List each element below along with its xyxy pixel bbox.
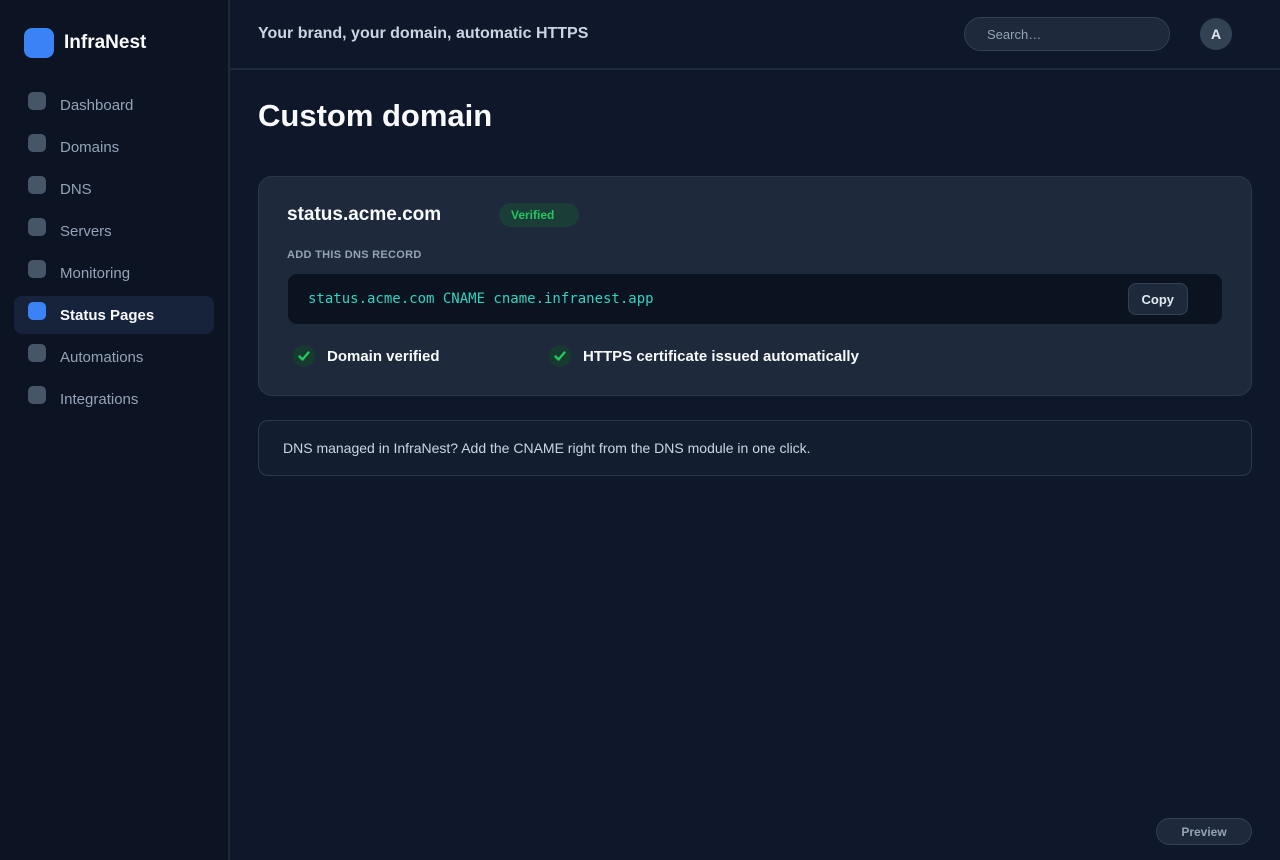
app-window: InfraNest Dashboard Domains DNS Servers … <box>0 0 1280 860</box>
check-icon <box>549 345 571 367</box>
sidebar-item-automations[interactable]: Automations <box>14 338 214 376</box>
page-title: Custom domain <box>258 98 493 133</box>
sidebar-item-label: Dashboard <box>60 96 134 114</box>
domains-icon <box>28 134 46 152</box>
sidebar-item-label: Domains <box>60 138 120 156</box>
preview-button[interactable]: Preview <box>1156 818 1252 845</box>
main-content: Your brand, your domain, automatic HTTPS… <box>230 0 1280 860</box>
check-label: Domain verified <box>327 347 440 365</box>
dashboard-icon <box>28 92 46 110</box>
copy-button[interactable]: Copy <box>1127 283 1188 315</box>
info-text: DNS managed in InfraNest? Add the CNAME … <box>283 440 811 456</box>
dns-record-value[interactable]: status.acme.com CNAME cname.infranest.ap… <box>308 291 1128 307</box>
dns-record-label: ADD THIS DNS RECORD <box>287 249 422 261</box>
card-header: status.acme.com Verified <box>287 203 1223 227</box>
check-icon <box>293 345 315 367</box>
header-tagline: Your brand, your domain, automatic HTTPS <box>258 25 589 42</box>
sidebar-item-label: Integrations <box>60 390 139 408</box>
check-label: HTTPS certificate issued automatically <box>583 347 859 365</box>
verification-checks: Domain verified HTTPS certificate issued… <box>287 345 1223 367</box>
sidebar-item-label: Servers <box>60 222 112 240</box>
integrations-icon <box>28 386 46 404</box>
search-input[interactable] <box>964 17 1170 51</box>
servers-icon <box>28 218 46 236</box>
sidebar-item-integrations[interactable]: Integrations <box>14 380 214 418</box>
brand-logo-icon <box>24 28 54 58</box>
sidebar-item-status-pages[interactable]: Status Pages <box>14 296 214 334</box>
status-badge: Verified <box>499 203 579 227</box>
custom-domain-card: status.acme.com Verified ADD THIS DNS RE… <box>258 176 1252 396</box>
brand-name: InfraNest <box>64 32 147 53</box>
check-domain-verified: Domain verified <box>287 345 543 367</box>
sidebar-item-monitoring[interactable]: Monitoring <box>14 254 214 292</box>
sidebar-item-domains[interactable]: Domains <box>14 128 214 166</box>
brand[interactable]: InfraNest <box>14 28 214 58</box>
sidebar: InfraNest Dashboard Domains DNS Servers … <box>0 0 230 860</box>
avatar[interactable]: A <box>1200 18 1232 50</box>
top-bar: Your brand, your domain, automatic HTTPS… <box>230 0 1280 70</box>
sidebar-item-dns[interactable]: DNS <box>14 170 214 208</box>
status-pages-icon <box>28 302 46 320</box>
monitoring-icon <box>28 260 46 278</box>
sidebar-item-label: Automations <box>60 348 144 366</box>
dns-info-banner: DNS managed in InfraNest? Add the CNAME … <box>258 420 1252 476</box>
domain-name: status.acme.com <box>287 204 442 225</box>
check-https-issued: HTTPS certificate issued automatically <box>543 345 859 367</box>
sidebar-item-dashboard[interactable]: Dashboard <box>14 86 214 124</box>
sidebar-item-label: DNS <box>60 180 92 198</box>
dns-icon <box>28 176 46 194</box>
dns-record-box: status.acme.com CNAME cname.infranest.ap… <box>287 273 1223 325</box>
sidebar-item-label: Monitoring <box>60 264 131 282</box>
sidebar-nav: Dashboard Domains DNS Servers Monitoring… <box>14 86 214 418</box>
automations-icon <box>28 344 46 362</box>
sidebar-item-label: Status Pages <box>60 306 155 324</box>
sidebar-item-servers[interactable]: Servers <box>14 212 214 250</box>
